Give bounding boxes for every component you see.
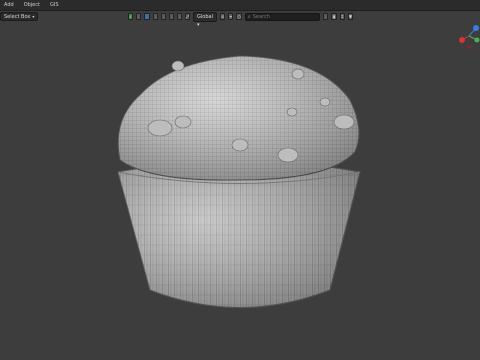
proportional-icon[interactable]: ○	[236, 13, 242, 20]
orientation-icon: ⤢	[184, 13, 191, 20]
menu-gis[interactable]: GIS	[46, 0, 65, 10]
select-active-icon[interactable]	[144, 13, 150, 20]
select-mode-icon[interactable]	[136, 13, 142, 20]
muffin-mesh[interactable]	[117, 55, 361, 308]
top-menu-bar: Add Object GIS	[0, 0, 480, 11]
select-extend-icon[interactable]	[152, 13, 158, 20]
select-intersect-icon[interactable]	[176, 13, 182, 20]
sort-icon[interactable]: ↕	[339, 13, 345, 20]
chevron-down-icon: ▾	[32, 13, 35, 19]
menu-add[interactable]: Add	[0, 0, 20, 10]
menu-object[interactable]: Object	[20, 0, 46, 10]
orientation-label: Global	[197, 13, 213, 20]
display-mode-icon[interactable]	[323, 13, 329, 20]
select-invert-icon[interactable]	[168, 13, 174, 20]
3d-viewport[interactable]	[0, 20, 480, 360]
search-icon: ⌕	[247, 13, 251, 20]
filter-icon[interactable]: ▼	[347, 13, 353, 20]
search-input[interactable]	[252, 13, 320, 20]
select-mode-bar: Select Box ▾	[0, 11, 39, 21]
pivot-icon[interactable]: ⊙	[219, 13, 226, 20]
snap-icon[interactable]: ⌖	[228, 13, 234, 20]
checkbox-icon[interactable]: ✓	[128, 13, 134, 20]
select-box-label: Select Box	[4, 13, 31, 20]
select-subtract-icon[interactable]	[160, 13, 166, 20]
bookmark-icon[interactable]: ▮	[331, 13, 337, 20]
